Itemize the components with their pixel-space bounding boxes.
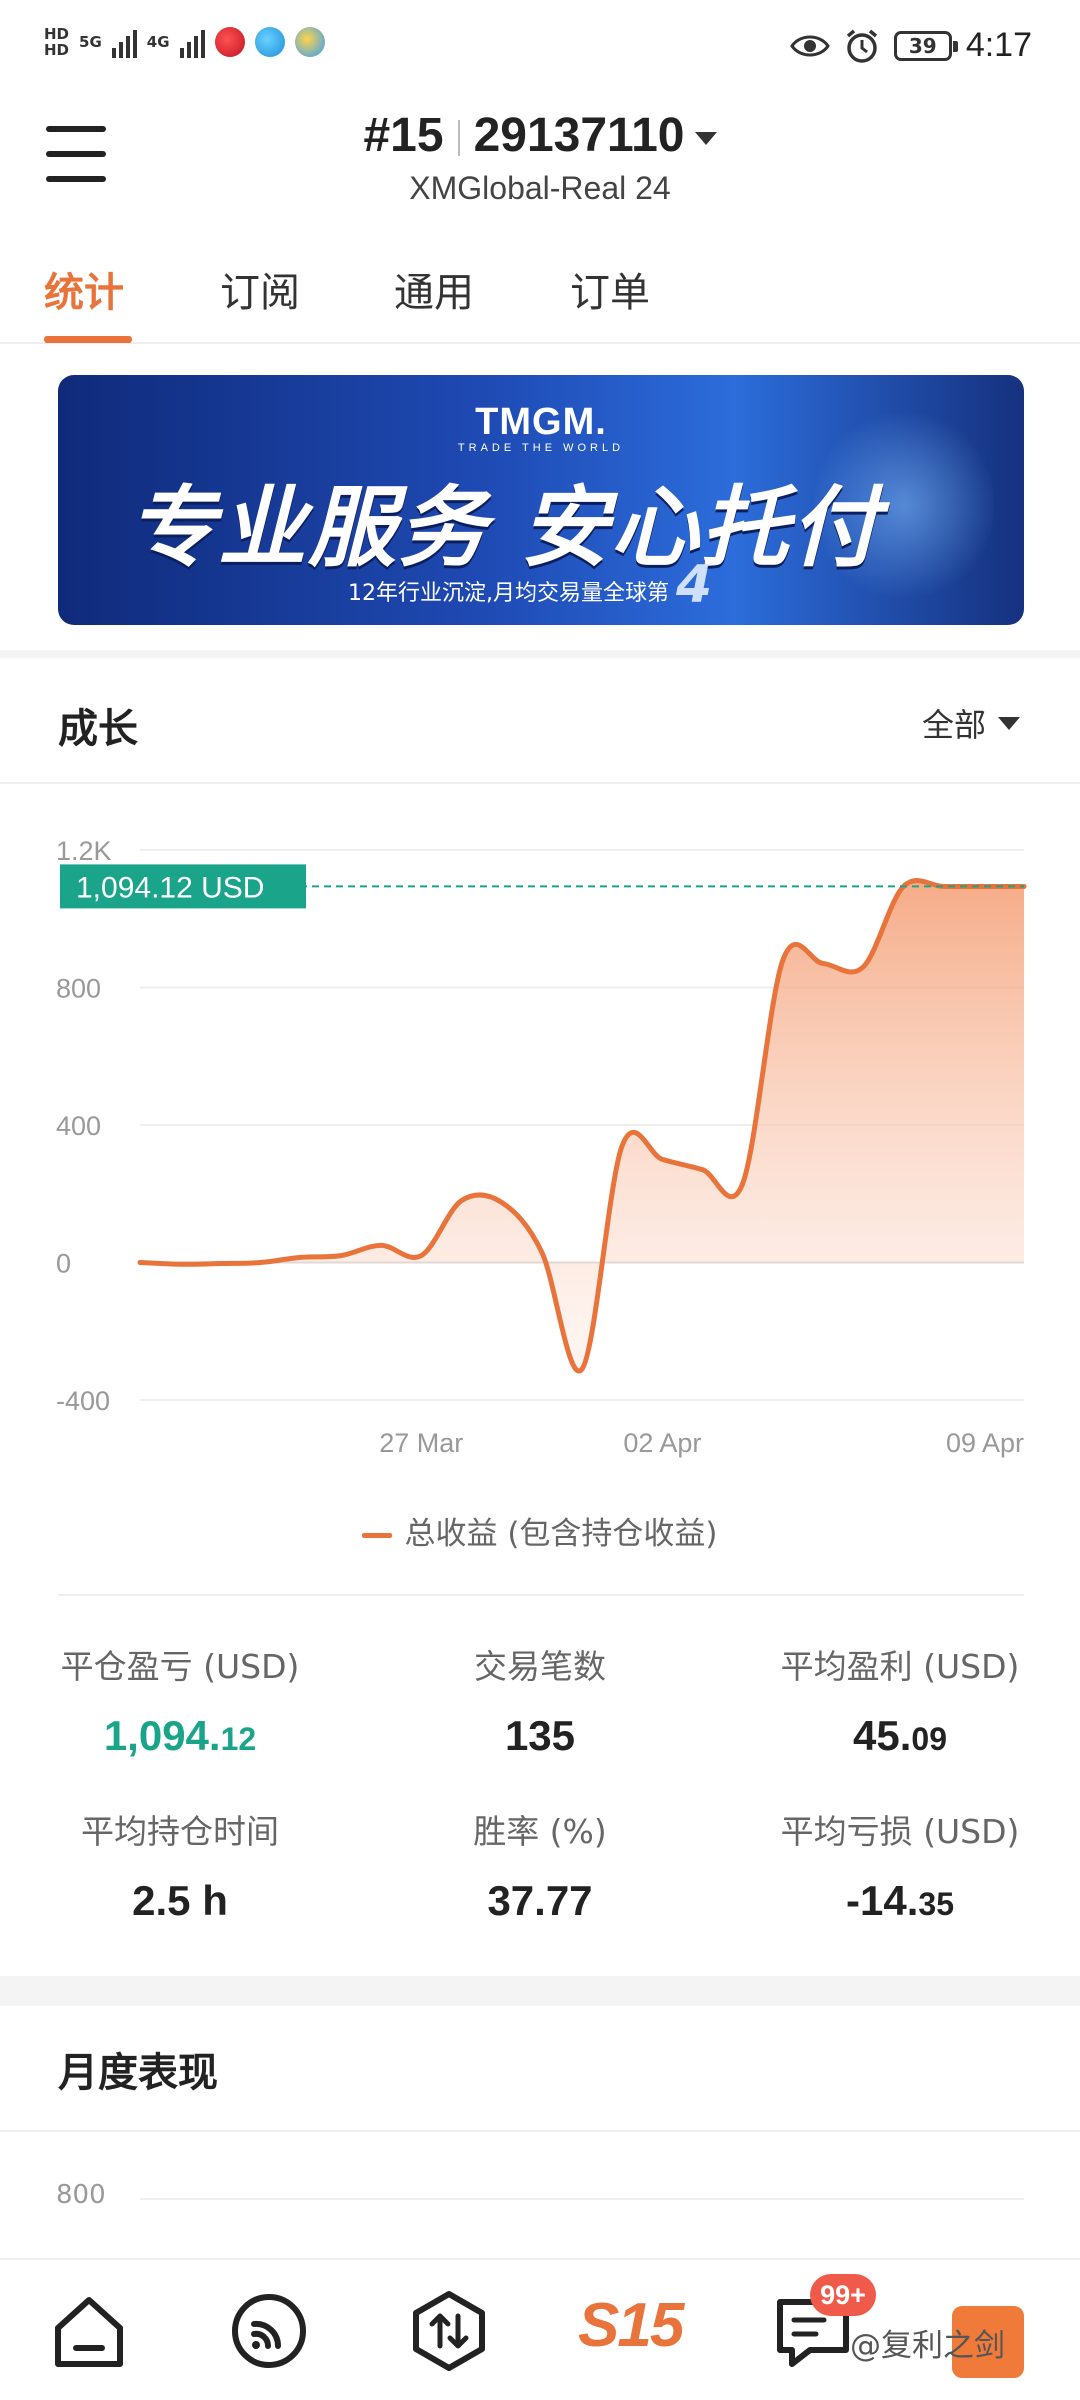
tab-orders[interactable]: 订单 bbox=[570, 260, 650, 318]
network-5g-label: 5G bbox=[79, 33, 102, 51]
app-notification-icon bbox=[214, 27, 245, 57]
range-selector[interactable]: 全部 bbox=[922, 700, 1020, 746]
section-gap bbox=[0, 1976, 1080, 2006]
account-number: 29137110 bbox=[473, 109, 685, 162]
x-tick-label: 27 Mar bbox=[379, 1428, 463, 1458]
chevron-down-icon bbox=[998, 716, 1020, 730]
trade-icon[interactable] bbox=[406, 2288, 492, 2374]
banner-logo: TMGM. TRADE THE WORLD bbox=[58, 401, 1024, 454]
app-notification-icon bbox=[294, 27, 325, 57]
stat-value-int: 45. bbox=[853, 1712, 912, 1759]
range-label: 全部 bbox=[921, 706, 986, 744]
banner-tagline: TRADE THE WORLD bbox=[457, 442, 625, 454]
stat-value-dec: 12 bbox=[220, 1721, 257, 1757]
stat-value-int: 1,094. bbox=[103, 1712, 221, 1759]
banner-subline: 12年行业沉淀,月均交易量全球第 bbox=[348, 581, 669, 606]
stat-trade-count: 交易笔数 135 bbox=[360, 1640, 720, 1760]
stat-label: 平均持仓时间 bbox=[81, 1812, 279, 1851]
section-divider bbox=[58, 1594, 1024, 1596]
sim1-label: HD bbox=[44, 25, 70, 43]
stat-value-int: 2.5 h bbox=[132, 1877, 228, 1924]
y-tick-label: 1.2K bbox=[56, 836, 112, 866]
message-badge: 99+ bbox=[810, 2274, 876, 2316]
stat-value-int: -14. bbox=[846, 1877, 919, 1924]
tab-bar: 统计 订阅 通用 订单 bbox=[0, 250, 1080, 344]
feed-icon[interactable] bbox=[226, 2288, 312, 2374]
signal-icon bbox=[179, 26, 205, 58]
monthly-title: 月度表现 bbox=[58, 2050, 218, 2096]
section-divider bbox=[0, 782, 1080, 784]
battery-icon: 39 bbox=[893, 30, 958, 61]
app-notification-icon bbox=[254, 27, 285, 57]
stat-label: 平均盈利 (USD) bbox=[780, 1647, 1020, 1686]
ad-banner[interactable]: TMGM. TRADE THE WORLD 专业服务 安心托付 12年行业沉淀,… bbox=[58, 375, 1024, 625]
stat-value: 2.5 h bbox=[0, 1877, 360, 1925]
tab-stats[interactable]: 统计 bbox=[44, 260, 124, 318]
stat-value-dec: 35 bbox=[918, 1886, 954, 1922]
chart-legend[interactable]: 总收益 (包含持仓收益) bbox=[0, 1508, 1080, 1553]
stat-value: -14.35 bbox=[720, 1877, 1080, 1925]
banner-headline: 专业服务 安心托付 bbox=[128, 476, 881, 579]
x-tick-label: 02 Apr bbox=[623, 1428, 701, 1458]
stat-value: 45.09 bbox=[720, 1712, 1080, 1760]
title-divider bbox=[457, 120, 460, 157]
watermark: @复利之剑 bbox=[850, 2328, 1005, 2364]
stat-label: 交易笔数 bbox=[474, 1647, 606, 1686]
home-icon[interactable] bbox=[46, 2288, 132, 2374]
stat-avg-profit: 平均盈利 (USD) 45.09 bbox=[720, 1640, 1080, 1760]
alarm-icon bbox=[846, 29, 877, 63]
stat-value: 135 bbox=[360, 1712, 720, 1760]
signal-icon bbox=[111, 26, 137, 58]
stat-label: 平仓盈亏 (USD) bbox=[60, 1647, 300, 1686]
stat-value-int: 37.77 bbox=[487, 1877, 593, 1924]
account-rank: #15 bbox=[363, 109, 444, 162]
stat-label: 平均亏损 (USD) bbox=[780, 1812, 1020, 1851]
growth-chart[interactable]: 1.2K 800 400 0 -400 27 Mar 02 Apr 09 Apr 1,094… bbox=[0, 800, 1080, 1480]
chevron-down-icon bbox=[694, 131, 717, 145]
stat-closed-pnl: 平仓盈亏 (USD) 1,094.12 bbox=[0, 1640, 360, 1760]
legend-label: 总收益 (包含持仓收益) bbox=[404, 1516, 718, 1552]
banner-rank-number: 4 bbox=[676, 555, 713, 615]
stat-label: 胜率 (%) bbox=[473, 1812, 607, 1851]
stat-avg-hold-time: 平均持仓时间 2.5 h bbox=[0, 1805, 360, 1925]
stat-value-int: 135 bbox=[504, 1712, 576, 1759]
status-bar: HD HD 5G 4G 39 4:17 bbox=[0, 0, 1080, 100]
section-gap bbox=[0, 650, 1080, 658]
active-tab-indicator bbox=[44, 336, 132, 343]
clock: 4:17 bbox=[965, 26, 1032, 64]
monthly-y-tick: 800 bbox=[56, 2180, 106, 2210]
stat-win-rate: 胜率 (%) 37.77 bbox=[360, 1805, 720, 1925]
y-tick-label: 400 bbox=[56, 1111, 101, 1141]
account-selector[interactable]: #15 29137110 bbox=[0, 108, 1080, 163]
banner-brand: TMGM. bbox=[475, 401, 607, 443]
network-4g-label: 4G bbox=[146, 33, 170, 51]
tab-subscribe[interactable]: 订阅 bbox=[220, 260, 300, 318]
y-tick-label: 0 bbox=[56, 1249, 71, 1279]
server-name: XMGlobal-Real 24 bbox=[409, 170, 671, 206]
s15-icon[interactable]: S15 bbox=[578, 2290, 684, 2361]
legend-swatch bbox=[362, 1533, 393, 1538]
x-axis: 27 Mar 02 Apr 09 Apr bbox=[379, 1428, 1024, 1458]
monthly-gridline bbox=[140, 2198, 1024, 2200]
stat-value: 1,094.12 bbox=[0, 1712, 360, 1760]
status-left: HD HD 5G 4G bbox=[44, 26, 325, 58]
growth-title: 成长 bbox=[58, 706, 138, 752]
tab-general[interactable]: 通用 bbox=[394, 260, 474, 318]
stat-avg-loss: 平均亏损 (USD) -14.35 bbox=[720, 1805, 1080, 1925]
x-tick-label: 09 Apr bbox=[946, 1428, 1024, 1458]
current-value-label: 1,094.12 USD bbox=[76, 871, 264, 904]
y-axis: 1.2K 800 400 0 -400 bbox=[56, 836, 112, 1416]
stat-value-dec: 09 bbox=[911, 1721, 947, 1757]
sim2-label: HD bbox=[44, 41, 70, 59]
y-tick-label: 800 bbox=[56, 974, 101, 1004]
status-right: 39 4:17 bbox=[790, 26, 1032, 65]
sim-labels: HD HD bbox=[44, 26, 69, 58]
section-divider bbox=[0, 2130, 1080, 2132]
y-tick-label: -400 bbox=[56, 1386, 110, 1416]
eye-icon bbox=[790, 35, 830, 56]
stat-value: 37.77 bbox=[360, 1877, 720, 1925]
